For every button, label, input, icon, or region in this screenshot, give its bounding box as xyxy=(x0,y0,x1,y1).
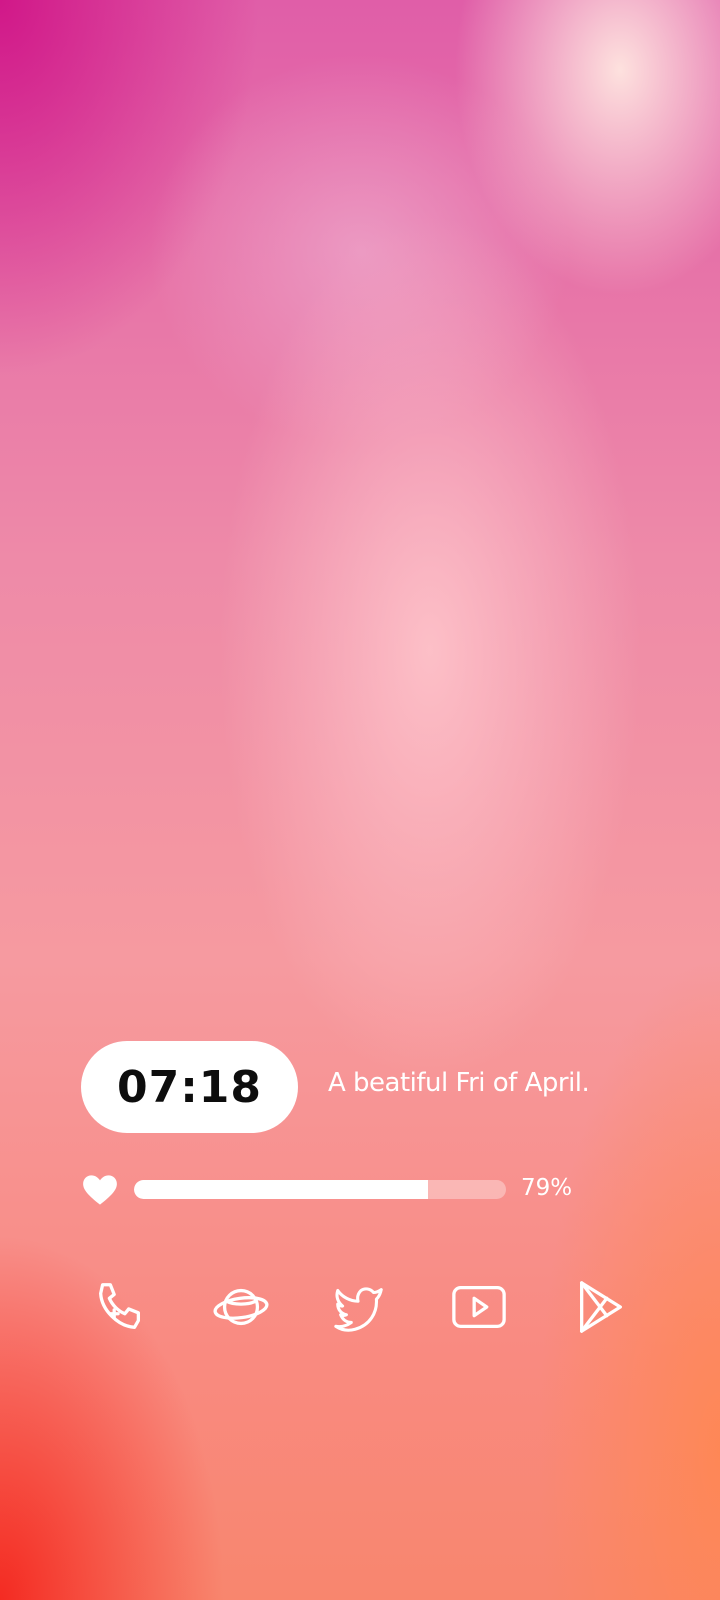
phone-app-button[interactable] xyxy=(88,1275,152,1339)
youtube-play-icon xyxy=(452,1286,506,1328)
battery-bar xyxy=(134,1180,506,1199)
phone-icon xyxy=(99,1283,141,1329)
play-store-icon xyxy=(580,1281,622,1333)
battery-percent: 79% xyxy=(521,1175,573,1201)
battery-widget: 79% xyxy=(82,1172,602,1208)
date-label: A beatiful Fri of April. xyxy=(328,1068,590,1098)
browser-app-button[interactable] xyxy=(209,1275,273,1339)
home-screen: 07:18 A beatiful Fri of April. 79% xyxy=(0,0,720,1600)
battery-bar-fill xyxy=(134,1180,428,1199)
planet-icon xyxy=(213,1288,269,1326)
heart-icon xyxy=(83,1175,117,1205)
youtube-app-button[interactable] xyxy=(447,1275,511,1339)
twitter-app-button[interactable] xyxy=(327,1275,391,1339)
app-dock xyxy=(0,1275,720,1339)
clock-widget[interactable]: 07:18 xyxy=(81,1041,298,1133)
play-store-app-button[interactable] xyxy=(569,1275,633,1339)
clock-time: 07:18 xyxy=(116,1061,263,1113)
twitter-bird-icon xyxy=(334,1287,383,1332)
